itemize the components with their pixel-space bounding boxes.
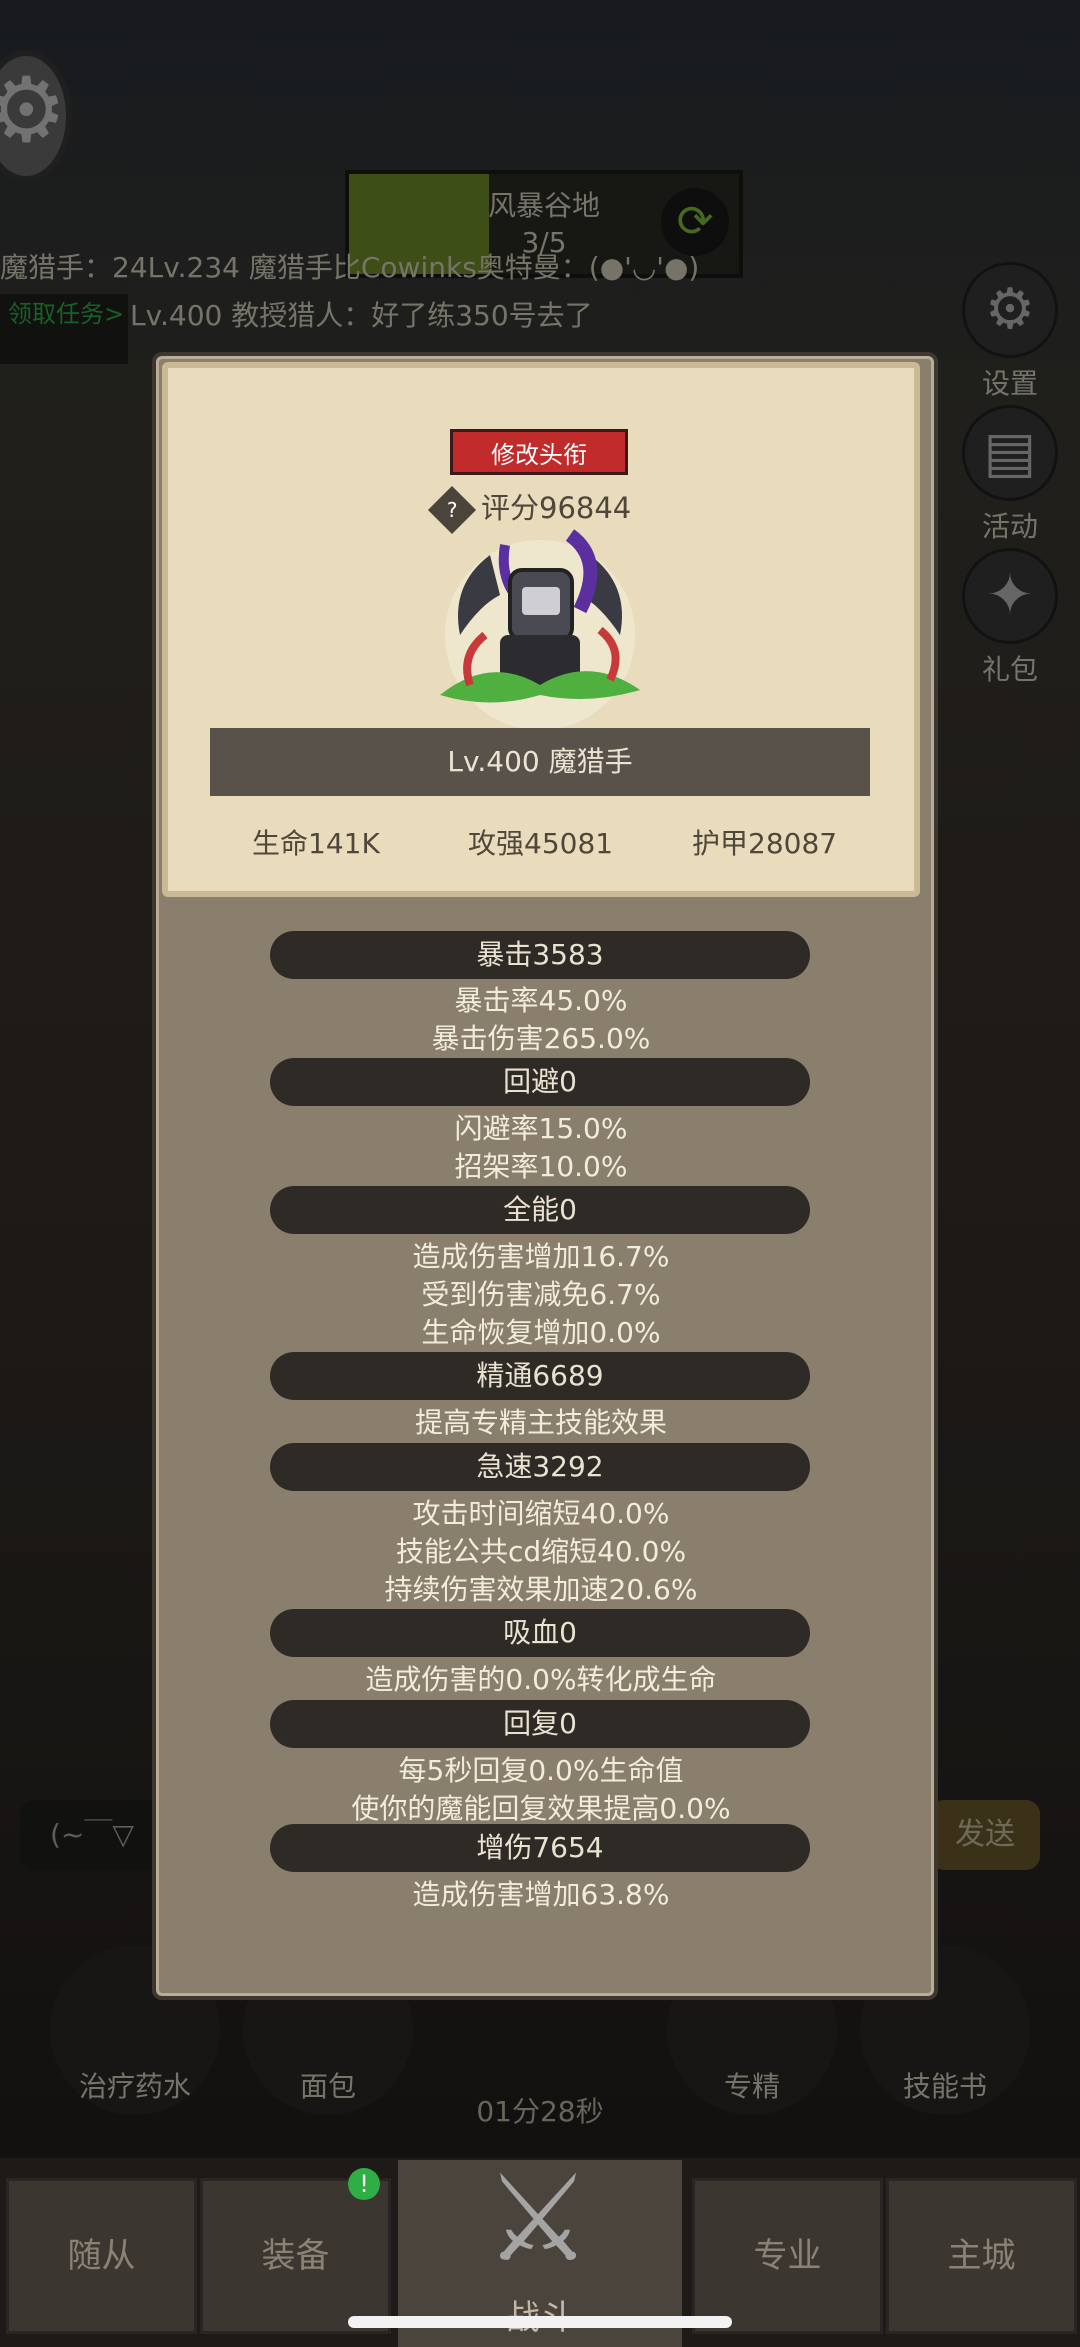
stat-line: 暴击伤害265.0% — [431, 1022, 651, 1055]
stat-line: 技能公共cd缩短40.0% — [395, 1535, 687, 1568]
notification-badge: ! — [348, 2168, 380, 2200]
nav-profession[interactable]: 专业 — [692, 2178, 883, 2334]
nav-equipment[interactable]: 装备 — [200, 2178, 391, 2334]
stat-line: 造成伤害增加63.8% — [412, 1878, 670, 1911]
home-indicator[interactable] — [348, 2316, 732, 2328]
section-header-lifesteal: 吸血0 — [270, 1609, 810, 1657]
stat-line: 招架率10.0% — [454, 1150, 628, 1183]
section-header-regen: 回复0 — [270, 1700, 810, 1748]
stat-line: 闪避率15.0% — [454, 1112, 628, 1145]
section-header-crit: 暴击3583 — [270, 931, 810, 979]
stat-line: 生命恢复增加0.0% — [421, 1316, 661, 1349]
stat-line: 造成伤害增加16.7% — [412, 1240, 670, 1273]
section-header-avoidance: 回避0 — [270, 1058, 810, 1106]
edit-title-button[interactable]: 修改头衔 — [450, 429, 628, 475]
stat-line: 受到伤害减免6.7% — [421, 1278, 661, 1311]
section-header-damage-boost: 增伤7654 — [270, 1824, 810, 1872]
stat-line: 暴击率45.0% — [454, 984, 628, 1017]
section-header-versatility: 全能0 — [270, 1186, 810, 1234]
stat-line: 提高专精主技能效果 — [414, 1406, 667, 1439]
stat-line: 每5秒回复0.0%生命值 — [398, 1754, 684, 1787]
nav-followers[interactable]: 随从 — [6, 2178, 197, 2334]
crossed-swords-icon: ⚔ — [484, 2150, 592, 2289]
level-name-bar: Lv.400 魔猎手 — [210, 728, 870, 796]
stat-line: 造成伤害的0.0%转化成生命 — [365, 1663, 717, 1696]
hp-stat: 生命141K — [252, 827, 380, 860]
attack-stat: 攻强45081 — [468, 827, 614, 860]
stat-line: 持续伤害效果加速20.6% — [384, 1573, 698, 1606]
nav-main-city[interactable]: 主城 — [886, 2178, 1077, 2334]
character-avatar — [440, 529, 640, 730]
stat-line: 攻击时间缩短40.0% — [412, 1497, 670, 1530]
nav-battle-label: 战斗 — [398, 2290, 682, 2339]
armor-stat: 护甲28087 — [692, 827, 838, 860]
section-header-mastery: 精通6689 — [270, 1352, 810, 1400]
section-header-haste: 急速3292 — [270, 1443, 810, 1491]
stat-line: 使你的魔能回复效果提高0.0% — [351, 1792, 731, 1825]
